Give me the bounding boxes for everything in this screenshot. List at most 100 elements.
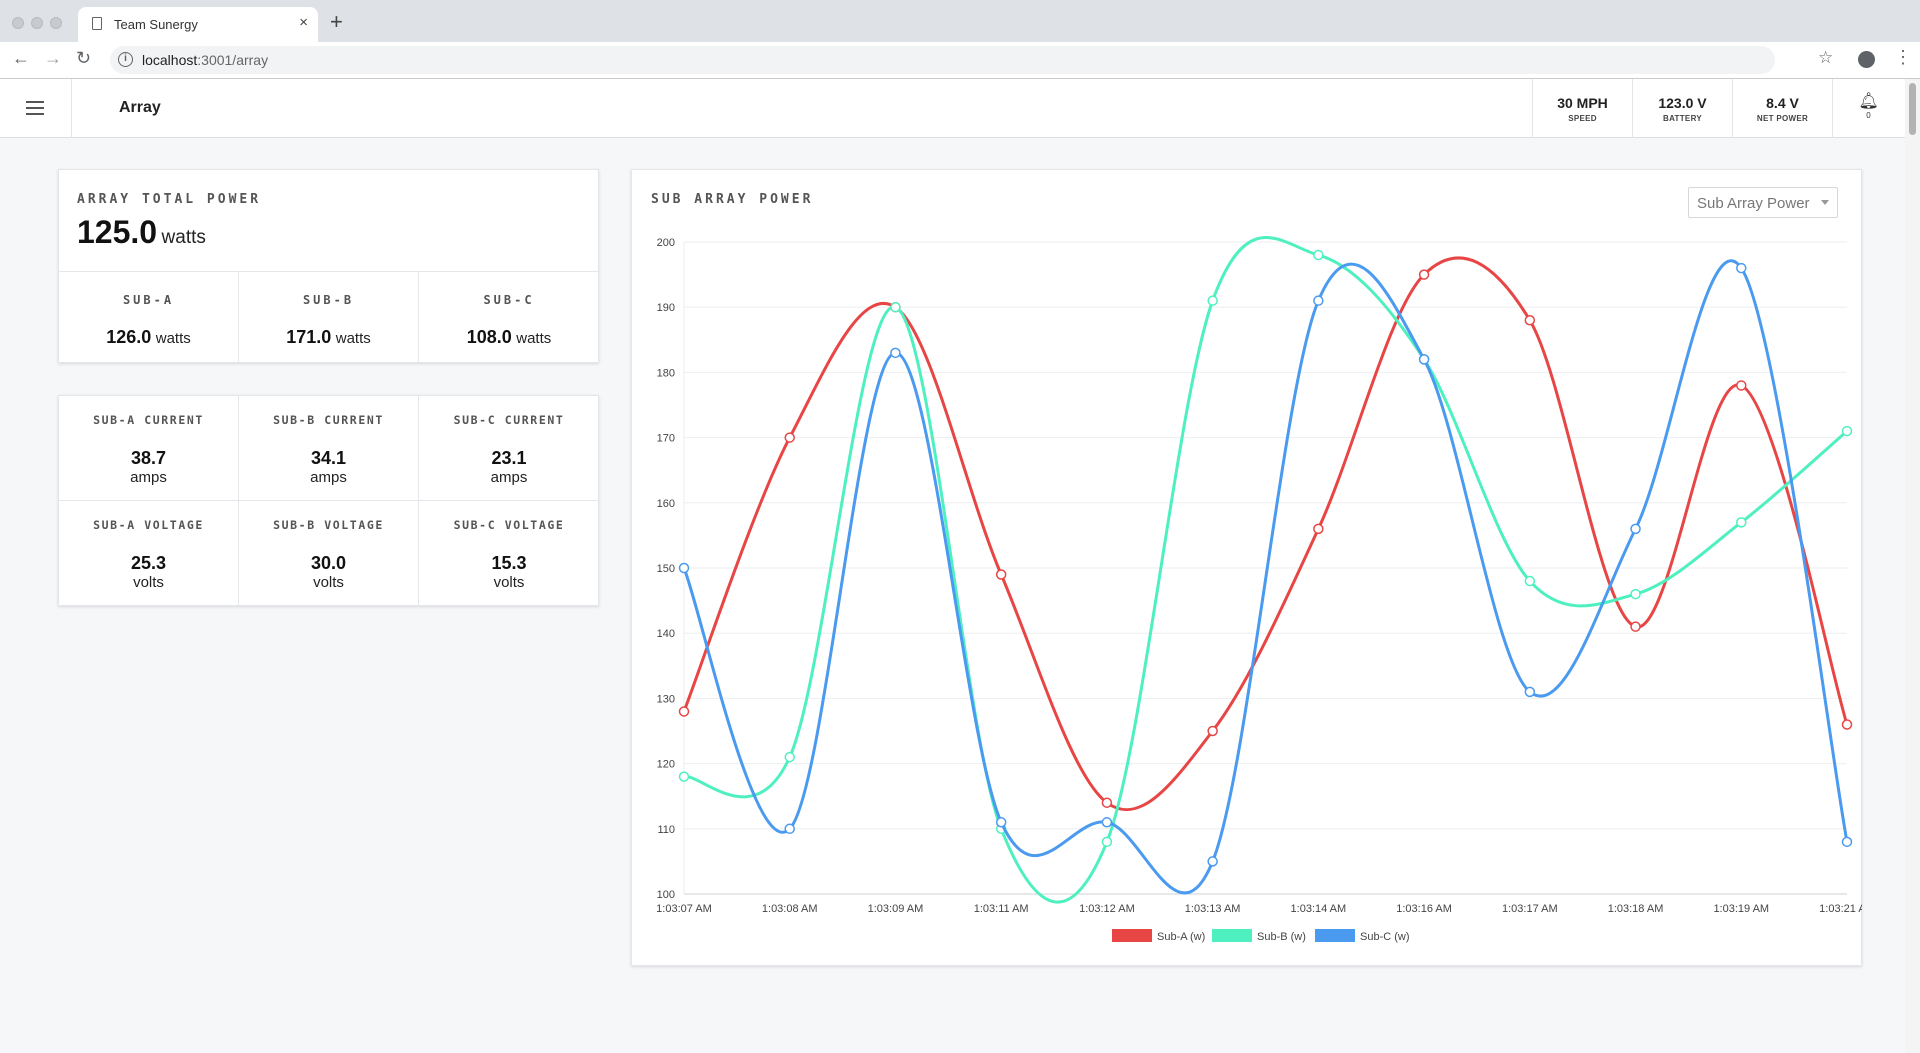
data-point bbox=[1418, 269, 1430, 280]
sub-a-power-unit: watts bbox=[155, 330, 191, 347]
net-power-value: 8.4 V bbox=[1766, 95, 1799, 111]
browser-toolbar: ← → ↻ i localhost:3001/array ☆ ⋮ bbox=[0, 42, 1920, 79]
data-point bbox=[1524, 575, 1536, 587]
sub-a-current-unit: amps bbox=[130, 469, 167, 486]
x-tick-label: 1:03:12 AM bbox=[1079, 903, 1135, 915]
data-point bbox=[1313, 295, 1324, 306]
y-tick-label: 170 bbox=[657, 433, 675, 445]
x-tick-label: 1:03:11 AM bbox=[974, 903, 1029, 915]
data-point bbox=[1207, 856, 1218, 867]
forward-icon[interactable]: → bbox=[44, 48, 62, 69]
data-point bbox=[995, 569, 1007, 580]
data-point bbox=[1630, 523, 1641, 535]
battery-value: 123.0 V bbox=[1658, 95, 1707, 111]
y-tick-label: 200 bbox=[657, 237, 675, 249]
data-point bbox=[784, 823, 795, 835]
y-tick-label: 130 bbox=[657, 693, 675, 705]
sub-c-current-unit: amps bbox=[490, 469, 528, 486]
sub-b-current-cell: SUB-B CURRENT 34.1 amps bbox=[239, 396, 418, 500]
sub-a-current-cell: SUB-A CURRENT 38.7 amps bbox=[59, 396, 238, 500]
data-point bbox=[1630, 588, 1641, 600]
net-power-stat: 8.4 V NET POWER bbox=[1732, 79, 1832, 138]
browser-menu-icon[interactable]: ⋮ bbox=[1894, 47, 1912, 68]
data-point bbox=[1418, 354, 1430, 365]
sub-b-voltage-unit: volts bbox=[313, 574, 344, 591]
sub-c-voltage-label: SUB-C VOLTAGE bbox=[453, 518, 565, 532]
url-text[interactable]: localhost:3001/array bbox=[142, 52, 268, 68]
total-power-unit: watts bbox=[161, 227, 206, 248]
notifications-button[interactable]: 🔔︎ 0 bbox=[1832, 79, 1904, 138]
sub-c-voltage-value: 15.3 bbox=[491, 553, 527, 573]
window-close-dot[interactable] bbox=[12, 17, 24, 29]
sub-c-current-cell: SUB-C CURRENT 23.1 amps bbox=[419, 396, 599, 500]
legend-label: Sub-B (w) bbox=[1257, 931, 1306, 943]
close-tab-icon[interactable]: × bbox=[299, 14, 308, 31]
sub-b-current-value: 34.1 bbox=[310, 448, 347, 468]
data-point bbox=[890, 301, 901, 313]
data-point bbox=[1101, 836, 1113, 848]
sub-a-label: SUB-A bbox=[122, 293, 175, 307]
data-point bbox=[1524, 314, 1536, 326]
sub-b-power-cell: SUB-B 171.0 watts bbox=[239, 271, 418, 363]
sub-a-power-value: 126.0 bbox=[106, 327, 152, 347]
data-point bbox=[995, 817, 1007, 828]
reload-icon[interactable]: ↻ bbox=[76, 48, 91, 69]
scrollbar[interactable] bbox=[1905, 79, 1920, 1053]
y-tick-label: 190 bbox=[657, 302, 675, 314]
header-divider bbox=[71, 79, 72, 138]
data-point bbox=[1101, 817, 1113, 828]
x-tick-label: 1:03:13 AM bbox=[1185, 903, 1241, 915]
sub-c-power-value: 108.0 bbox=[466, 327, 512, 347]
data-point bbox=[678, 562, 690, 574]
document-icon bbox=[92, 17, 102, 30]
info-icon[interactable]: i bbox=[118, 52, 133, 67]
sub-b-current-label: SUB-B CURRENT bbox=[273, 413, 384, 427]
x-tick-label: 1:03:09 AM bbox=[868, 903, 924, 915]
bookmark-star-icon[interactable]: ☆ bbox=[1818, 48, 1833, 68]
tab-title: Team Sunergy bbox=[114, 17, 198, 32]
data-point bbox=[784, 751, 795, 763]
data-point bbox=[1313, 523, 1324, 535]
profile-icon[interactable] bbox=[1858, 51, 1875, 68]
back-icon[interactable]: ← bbox=[12, 48, 30, 69]
sub-array-power-chart: 100 110 120 130 140 150 160 170 180 190 200 1:03:07… bbox=[656, 236, 1862, 943]
y-tick-label: 110 bbox=[657, 824, 675, 836]
sub-b-voltage-cell: SUB-B VOLTAGE 30.0 volts bbox=[239, 501, 418, 605]
net-power-label: NET POWER bbox=[1756, 114, 1809, 123]
browser-tab[interactable]: Team Sunergy × bbox=[78, 7, 318, 42]
y-tick-label: 160 bbox=[657, 498, 675, 510]
hamburger-menu-icon[interactable] bbox=[26, 101, 44, 115]
data-point bbox=[1841, 836, 1853, 848]
legend-swatch bbox=[1212, 929, 1252, 942]
window-zoom-dot[interactable] bbox=[50, 17, 62, 29]
legend-label: Sub-C (w) bbox=[1360, 931, 1410, 943]
data-point bbox=[1736, 517, 1747, 528]
total-power-reading: 125.0 watts bbox=[77, 214, 206, 251]
sub-b-voltage-label: SUB-B VOLTAGE bbox=[273, 518, 384, 532]
data-point bbox=[1841, 425, 1853, 437]
data-point bbox=[784, 432, 795, 443]
bell-icon: 🔔︎ bbox=[1858, 93, 1879, 110]
total-power-value: 125.0 bbox=[77, 214, 158, 250]
data-point bbox=[678, 771, 690, 782]
data-point bbox=[1524, 686, 1536, 698]
x-tick-label: 1:03:07 AM bbox=[656, 903, 712, 915]
scrollbar-thumb[interactable] bbox=[1909, 83, 1916, 135]
sub-c-power-cell: SUB-C 108.0 watts bbox=[419, 271, 599, 363]
address-bar[interactable]: i localhost:3001/array bbox=[110, 46, 1775, 74]
browser-tabstrip: Team Sunergy × + bbox=[0, 0, 1920, 42]
y-tick-label: 140 bbox=[657, 628, 675, 640]
sub-c-current-value: 23.1 bbox=[491, 448, 527, 468]
sub-c-label: SUB-C bbox=[483, 293, 535, 307]
data-point bbox=[1313, 249, 1324, 261]
new-tab-icon[interactable]: + bbox=[330, 9, 343, 35]
array-total-power-card: ARRAY TOTAL POWER 125.0 watts SUB-A 126.… bbox=[58, 169, 599, 363]
sub-a-voltage-value: 25.3 bbox=[130, 553, 167, 573]
window-minimize-dot[interactable] bbox=[31, 17, 43, 29]
sub-a-current-label: SUB-A CURRENT bbox=[93, 413, 204, 427]
x-tick-label: 1:03:18 AM bbox=[1608, 903, 1664, 915]
y-tick-label: 150 bbox=[657, 563, 675, 575]
total-power-label: ARRAY TOTAL POWER bbox=[77, 192, 262, 207]
speed-value: 30 MPH bbox=[1557, 95, 1608, 111]
data-point bbox=[1101, 797, 1113, 808]
